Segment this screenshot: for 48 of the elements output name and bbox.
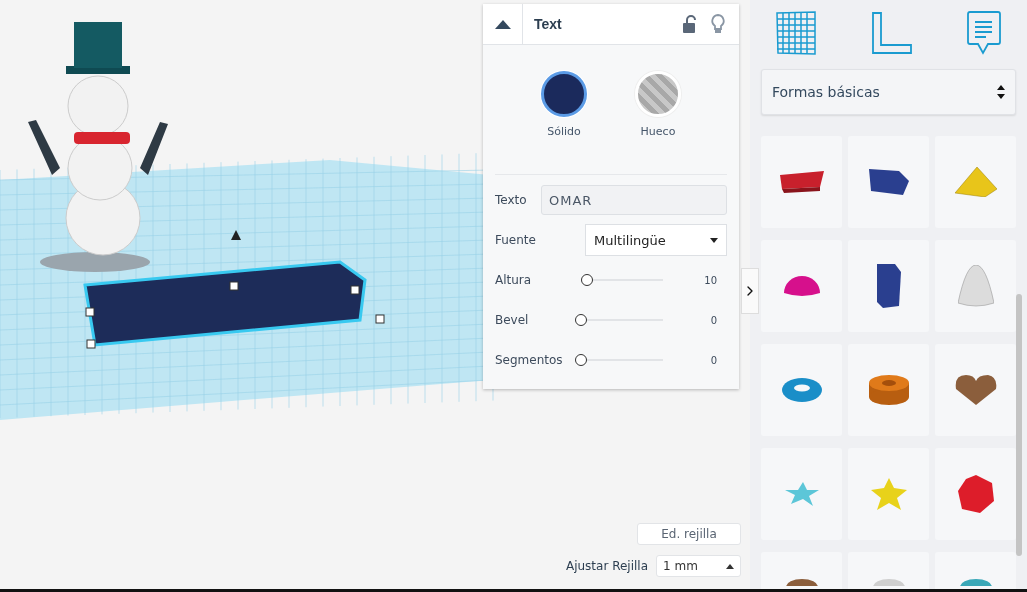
- shape-tile[interactable]: [761, 136, 842, 228]
- shape-tile[interactable]: [848, 344, 929, 436]
- shape-tile[interactable]: [848, 448, 929, 540]
- slider-label: Altura: [495, 273, 533, 287]
- snap-grid-label: Ajustar Rejilla: [565, 559, 648, 573]
- option-label: Sólido: [547, 125, 581, 138]
- shape-tile[interactable]: [935, 240, 1016, 332]
- shape-tile[interactable]: [761, 240, 842, 332]
- slider-value: 0: [709, 354, 718, 366]
- sidebar-toggle-button[interactable]: [741, 268, 759, 314]
- caret-up-icon: [494, 19, 511, 29]
- shape-tile[interactable]: [935, 136, 1016, 228]
- caret-down-icon: [710, 237, 718, 243]
- slider-thumb[interactable]: [575, 354, 587, 366]
- unlocked-padlock-icon: [683, 15, 697, 33]
- caret-up-icon: [726, 563, 734, 569]
- speech-bubble-icon: [966, 10, 1002, 56]
- slider-value: 0: [709, 314, 718, 326]
- slider-label: Segmentos: [495, 353, 564, 367]
- solid-option[interactable]: Sólido: [541, 71, 587, 138]
- category-dropdown[interactable]: Formas básicas: [761, 69, 1016, 115]
- ruler-icon: [870, 11, 913, 55]
- edit-grid-button[interactable]: Ed. rejilla: [637, 523, 741, 545]
- slider-label: Bevel: [495, 313, 530, 327]
- shape-tile[interactable]: [848, 240, 929, 332]
- panel-title: Text: [533, 16, 563, 32]
- lock-button[interactable]: [683, 15, 697, 33]
- field-label: Texto: [495, 193, 528, 207]
- shape-tile[interactable]: [761, 448, 842, 540]
- shape-tile[interactable]: [935, 344, 1016, 436]
- grid-icon: [775, 11, 817, 55]
- snap-grid-dropdown[interactable]: 1 mm: [656, 555, 741, 577]
- text-model-drawing[interactable]: [83, 260, 385, 349]
- shape-tile[interactable]: [935, 448, 1016, 540]
- slider-thumb[interactable]: [575, 314, 587, 326]
- shape-tile[interactable]: [761, 344, 842, 436]
- slider-value: 10: [703, 274, 718, 286]
- option-label: Hueco: [640, 125, 676, 138]
- move-handle-icon[interactable]: [231, 230, 241, 240]
- text-input[interactable]: OMAR: [541, 185, 727, 215]
- up-down-caret-icon: [997, 85, 1005, 99]
- field-label: Fuente: [495, 233, 537, 247]
- lightbulb-button[interactable]: [711, 14, 725, 34]
- hole-option[interactable]: Hueco: [635, 71, 681, 138]
- shape-tile[interactable]: [848, 136, 929, 228]
- font-dropdown[interactable]: Multilingüe: [585, 224, 727, 256]
- lightbulb-icon: [711, 14, 725, 34]
- slider-thumb[interactable]: [580, 274, 593, 286]
